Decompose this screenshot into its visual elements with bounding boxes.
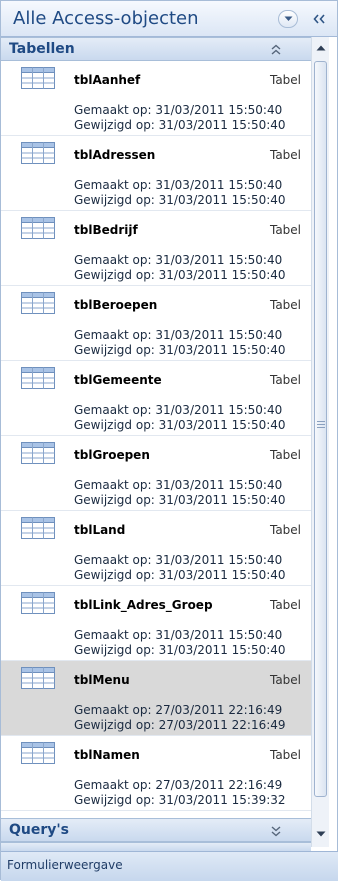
pane-header[interactable]: Alle Access-objecten: [1, 1, 337, 37]
item-created-date: Gemaakt op: 31/03/2011 15:50:40: [74, 628, 283, 642]
item-created-date: Gemaakt op: 27/03/2011 22:16:49: [74, 778, 283, 792]
item-created-date: Gemaakt op: 31/03/2011 15:50:40: [74, 253, 283, 267]
group-header-tabellen[interactable]: Tabellen: [1, 37, 311, 61]
list-item-tblAdressen[interactable]: tblAdressen Tabel Gemaakt op: 31/03/2011…: [1, 136, 311, 211]
table-icon: [21, 67, 55, 89]
item-created-date: Gemaakt op: 31/03/2011 15:50:40: [74, 103, 283, 117]
double-chevron-left-icon: [313, 14, 325, 24]
item-modified-date: Gewijzigd op: 31/03/2011 15:50:40: [74, 343, 286, 357]
item-type: Tabel: [269, 223, 301, 237]
item-modified-date: Gewijzigd op: 31/03/2011 15:50:40: [74, 568, 286, 582]
item-name: tblBedrijf: [74, 223, 138, 237]
item-created-date: Gemaakt op: 31/03/2011 15:50:40: [74, 478, 283, 492]
item-type: Tabel: [269, 373, 301, 387]
item-type: Tabel: [269, 448, 301, 462]
item-name: tblMenu: [74, 673, 130, 687]
next-group-header[interactable]: [1, 842, 311, 851]
group-header-querys[interactable]: Query's: [1, 818, 311, 842]
chevron-down-icon: [284, 16, 293, 21]
list-item-tblMenu[interactable]: tblMenu Tabel Gemaakt op: 27/03/2011 22:…: [1, 661, 311, 736]
item-name: tblBeroepen: [74, 298, 158, 312]
item-modified-date: Gewijzigd op: 31/03/2011 15:50:40: [74, 268, 286, 282]
scroll-thumb[interactable]: [314, 61, 327, 797]
item-created-date: Gemaakt op: 31/03/2011 15:50:40: [74, 553, 283, 567]
item-type: Tabel: [269, 523, 301, 537]
item-created-date: Gemaakt op: 31/03/2011 15:50:40: [74, 178, 283, 192]
pane-title[interactable]: Alle Access-objecten: [13, 8, 199, 29]
arrow-up-icon: [316, 45, 326, 51]
status-bar: Formulierweergave: [1, 851, 338, 881]
table-icon: [21, 742, 55, 764]
scroll-up-button[interactable]: [312, 39, 330, 59]
item-name: tblLand: [74, 523, 126, 537]
list-item-tblAanhef[interactable]: tblAanhef Tabel Gemaakt op: 31/03/2011 1…: [1, 61, 311, 136]
item-name: tblGemeente: [74, 373, 162, 387]
table-icon: [21, 217, 55, 239]
table-icon: [21, 367, 55, 389]
arrow-down-icon: [316, 831, 326, 837]
item-type: Tabel: [269, 598, 301, 612]
list-item-tblLand[interactable]: tblLand Tabel Gemaakt op: 31/03/2011 15:…: [1, 511, 311, 586]
item-modified-date: Gewijzigd op: 31/03/2011 15:39:32: [74, 793, 286, 807]
item-modified-date: Gewijzigd op: 31/03/2011 15:50:40: [74, 418, 286, 432]
item-type: Tabel: [269, 298, 301, 312]
item-type: Tabel: [269, 148, 301, 162]
group-label: Query's: [9, 822, 70, 838]
item-type: Tabel: [269, 673, 301, 687]
scroll-down-button[interactable]: [312, 825, 330, 845]
item-name: tblGroepen: [74, 448, 150, 462]
item-modified-date: Gewijzigd op: 31/03/2011 15:50:40: [74, 493, 286, 507]
list-item-tblGemeente[interactable]: tblGemeente Tabel Gemaakt op: 31/03/2011…: [1, 361, 311, 436]
item-modified-date: Gewijzigd op: 27/03/2011 22:16:49: [74, 718, 286, 732]
object-list: tblAanhef Tabel Gemaakt op: 31/03/2011 1…: [1, 61, 311, 818]
table-icon: [21, 292, 55, 314]
list-item-tblLink_Adres_Groep[interactable]: tblLink_Adres_Groep Tabel Gemaakt op: 31…: [1, 586, 311, 661]
list-item-tblNamen[interactable]: tblNamen Tabel Gemaakt op: 27/03/2011 22…: [1, 736, 311, 811]
item-created-date: Gemaakt op: 27/03/2011 22:16:49: [74, 703, 283, 717]
navigation-pane: Alle Access-objecten Tabellen tblAanhef …: [0, 0, 338, 881]
item-name: tblNamen: [74, 748, 140, 762]
table-icon: [21, 517, 55, 539]
pane-menu-button[interactable]: [278, 10, 298, 28]
status-text: Formulierweergave: [7, 858, 123, 872]
double-chevron-down-icon[interactable]: [269, 825, 283, 837]
item-type: Tabel: [269, 73, 301, 87]
table-icon: [21, 142, 55, 164]
group-label: Tabellen: [9, 41, 75, 57]
list-item-tblGroepen[interactable]: tblGroepen Tabel Gemaakt op: 31/03/2011 …: [1, 436, 311, 511]
list-item-tblBeroepen[interactable]: tblBeroepen Tabel Gemaakt op: 31/03/2011…: [1, 286, 311, 361]
vertical-scrollbar[interactable]: [311, 37, 329, 847]
grip-icon: [317, 421, 325, 428]
list-item-tblBedrijf[interactable]: tblBedrijf Tabel Gemaakt op: 31/03/2011 …: [1, 211, 311, 286]
item-name: tblAanhef: [74, 73, 141, 87]
item-name: tblAdressen: [74, 148, 156, 162]
item-created-date: Gemaakt op: 31/03/2011 15:50:40: [74, 328, 283, 342]
item-name: tblLink_Adres_Groep: [74, 598, 213, 612]
double-chevron-up-icon[interactable]: [269, 44, 283, 56]
item-type: Tabel: [269, 748, 301, 762]
table-icon: [21, 592, 55, 614]
table-icon: [21, 442, 55, 464]
item-modified-date: Gewijzigd op: 31/03/2011 15:50:40: [74, 118, 286, 132]
table-icon: [21, 667, 55, 689]
item-modified-date: Gewijzigd op: 31/03/2011 15:50:40: [74, 643, 286, 657]
item-created-date: Gemaakt op: 31/03/2011 15:50:40: [74, 403, 283, 417]
collapse-pane-button[interactable]: [308, 10, 332, 28]
item-modified-date: Gewijzigd op: 31/03/2011 15:50:40: [74, 193, 286, 207]
